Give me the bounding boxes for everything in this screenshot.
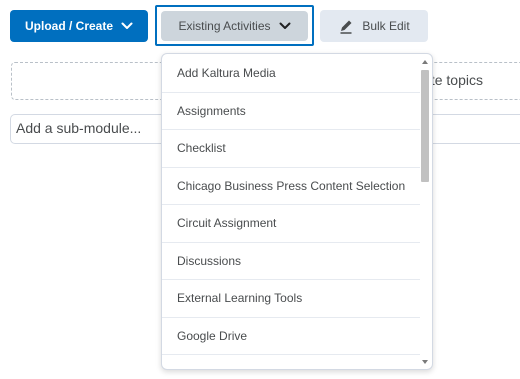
menu-item-add-kaltura-media[interactable]: Add Kaltura Media [162, 55, 420, 93]
menu-scrollbar[interactable] [420, 58, 430, 366]
menu-item-checklist[interactable]: Checklist [162, 130, 420, 168]
bulk-edit-label: Bulk Edit [362, 19, 410, 33]
existing-activities-menu: Add Kaltura Media Assignments Checklist … [161, 53, 433, 370]
content-page: Upload / Create Existing Activities Bulk… [0, 0, 520, 379]
upload-create-button[interactable]: Upload / Create [10, 10, 148, 42]
menu-item-discussions[interactable]: Discussions [162, 243, 420, 280]
menu-item-assignments[interactable]: Assignments [162, 93, 420, 130]
menu-item-chicago-business-press[interactable]: Chicago Business Press Content Selection [162, 168, 420, 205]
menu-item-google-drive[interactable]: Google Drive [162, 318, 420, 355]
menu-item-circuit-assignment[interactable]: Circuit Assignment [162, 205, 420, 243]
chevron-down-icon [279, 22, 291, 30]
pencil-icon [338, 18, 354, 34]
scroll-down-icon[interactable] [422, 360, 428, 364]
scroll-up-icon[interactable] [422, 60, 428, 64]
bulk-edit-button[interactable]: Bulk Edit [320, 10, 428, 42]
existing-activities-button[interactable]: Existing Activities [161, 11, 308, 41]
scroll-thumb[interactable] [421, 70, 429, 182]
upload-create-label: Upload / Create [24, 19, 114, 33]
existing-activities-label: Existing Activities [178, 19, 271, 33]
activities-list: Add Kaltura Media Assignments Checklist … [162, 55, 420, 355]
chevron-down-icon [121, 22, 133, 30]
menu-item-external-learning-tools[interactable]: External Learning Tools [162, 280, 420, 318]
